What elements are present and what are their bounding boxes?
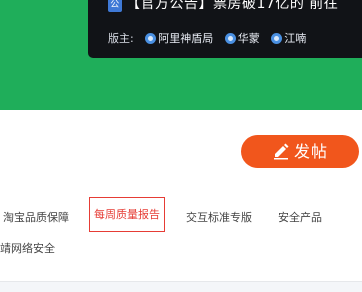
tab-weekly-quality-report[interactable]: 每周质量报告 [89,197,165,232]
tab-interaction-standards[interactable]: 交互标准专版 [186,209,252,225]
announcement-panel: 公【官方公告】票房破17亿的 前往 版主: 阿里神盾局 华蒙 江喃 [88,0,362,58]
moderator-label: 版主: [108,32,134,45]
user-icon [271,33,283,44]
tab-quality-assurance[interactable]: 淘宝品质保障 [3,209,69,225]
moderator-item[interactable]: 江喃 [271,30,306,46]
moderator-name[interactable]: 江喃 [284,32,306,45]
tab-network-security[interactable]: 靖网络安全 [0,240,55,256]
moderator-list: 版主: 阿里神盾局 华蒙 江喃 [108,30,306,46]
user-icon [145,33,157,44]
announcement-title[interactable]: 【官方公告】票房破17亿的 前往 [126,0,338,12]
announcement-link[interactable]: 公【官方公告】票房破17亿的 前往 [108,0,338,13]
announcement-icon: 公 [108,0,122,12]
moderator-item[interactable]: 阿里神盾局 [145,30,213,46]
moderator-item[interactable]: 华蒙 [224,30,260,46]
content-area-top [0,282,362,292]
pencil-icon [273,143,289,160]
moderator-name[interactable]: 阿里神盾局 [158,32,213,45]
moderator-name[interactable]: 华蒙 [238,32,260,45]
post-button-label: 发帖 [293,142,328,161]
tab-security-products[interactable]: 安全产品 [278,209,322,225]
post-button[interactable]: 发帖 [241,135,359,168]
user-icon [224,33,236,44]
